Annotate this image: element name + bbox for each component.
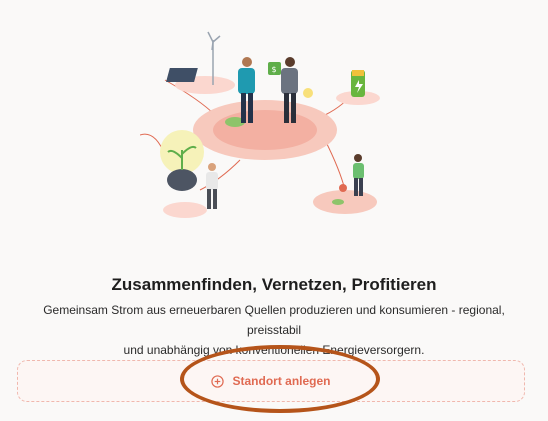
svg-text:$: $	[271, 65, 276, 74]
solar-panel-icon	[166, 68, 198, 82]
person-torso	[353, 163, 364, 179]
child-figure	[339, 184, 347, 192]
add-location-button[interactable]: Standort anlegen	[18, 361, 524, 401]
person-leg	[291, 93, 296, 123]
turbine-blades	[207, 31, 221, 51]
person-leg	[213, 189, 217, 209]
person-head	[242, 57, 252, 67]
empty-state-card: $ Zusammenfinden, Vernetzen, Profitieren…	[0, 0, 548, 421]
community-energy-illustration: $	[140, 31, 380, 218]
plant-platform	[163, 202, 207, 218]
add-location-area[interactable]: Standort anlegen	[17, 360, 525, 402]
person-leg	[248, 93, 253, 123]
battery-top	[352, 70, 364, 76]
page-title: Zusammenfinden, Vernetzen, Profitieren	[111, 275, 437, 294]
person-head	[208, 163, 216, 171]
lightbulb-icon	[303, 88, 313, 98]
page-description: Gemeinsam Strom aus erneuerbaren Quellen…	[20, 300, 528, 360]
person-leg	[241, 93, 246, 123]
description-line-2: und unabhängig von konventionellen Energ…	[123, 343, 425, 357]
person-head	[354, 154, 362, 162]
connector-line	[324, 139, 346, 191]
coin-icon	[332, 199, 344, 205]
person-leg	[207, 189, 211, 209]
person-torso	[281, 68, 298, 94]
plant-pot	[167, 169, 197, 191]
person-leg	[359, 178, 363, 196]
person-leg	[284, 93, 289, 123]
person-torso	[238, 68, 255, 94]
add-location-label: Standort anlegen	[232, 374, 331, 388]
community-platform	[313, 190, 377, 214]
person-torso	[206, 172, 218, 190]
central-platform-inner	[213, 110, 317, 150]
plus-circle-icon	[211, 374, 225, 388]
description-line-1: Gemeinsam Strom aus erneuerbaren Quellen…	[43, 303, 505, 337]
person-head	[285, 57, 295, 67]
person-leg	[354, 178, 358, 196]
